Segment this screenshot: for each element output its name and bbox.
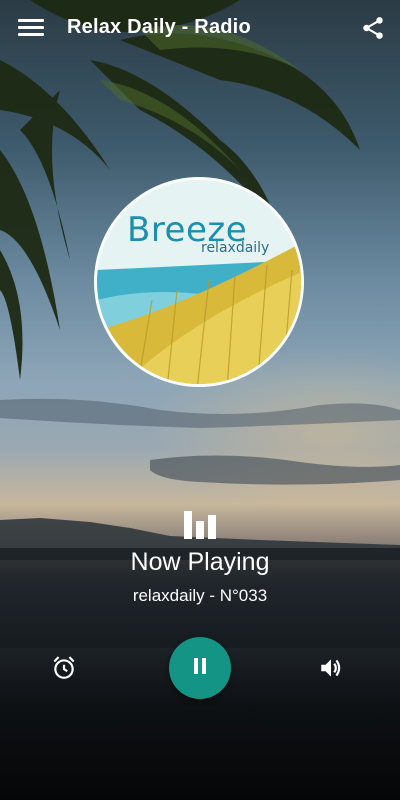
share-icon[interactable]	[360, 14, 386, 42]
album-art: oce Breeze relaxdaily	[94, 177, 304, 387]
alarm-icon[interactable]	[51, 655, 77, 681]
menu-icon[interactable]	[18, 16, 44, 40]
player-controls	[0, 632, 400, 702]
volume-icon[interactable]	[318, 655, 344, 681]
album-subtitle: relaxdaily	[201, 240, 270, 256]
equalizer-icon	[184, 511, 216, 539]
now-playing-label: Now Playing	[130, 548, 270, 576]
radio-player-screen: Relax Daily - Radio oce Breeze relaxdail…	[0, 0, 400, 800]
app-title: Relax Daily - Radio	[67, 16, 251, 38]
app-bar: Relax Daily - Radio	[0, 0, 400, 56]
pause-icon	[192, 657, 208, 679]
album-side-text: oce	[103, 195, 118, 216]
track-title: relaxdaily - N°033	[132, 586, 268, 605]
pause-button[interactable]	[169, 637, 231, 699]
